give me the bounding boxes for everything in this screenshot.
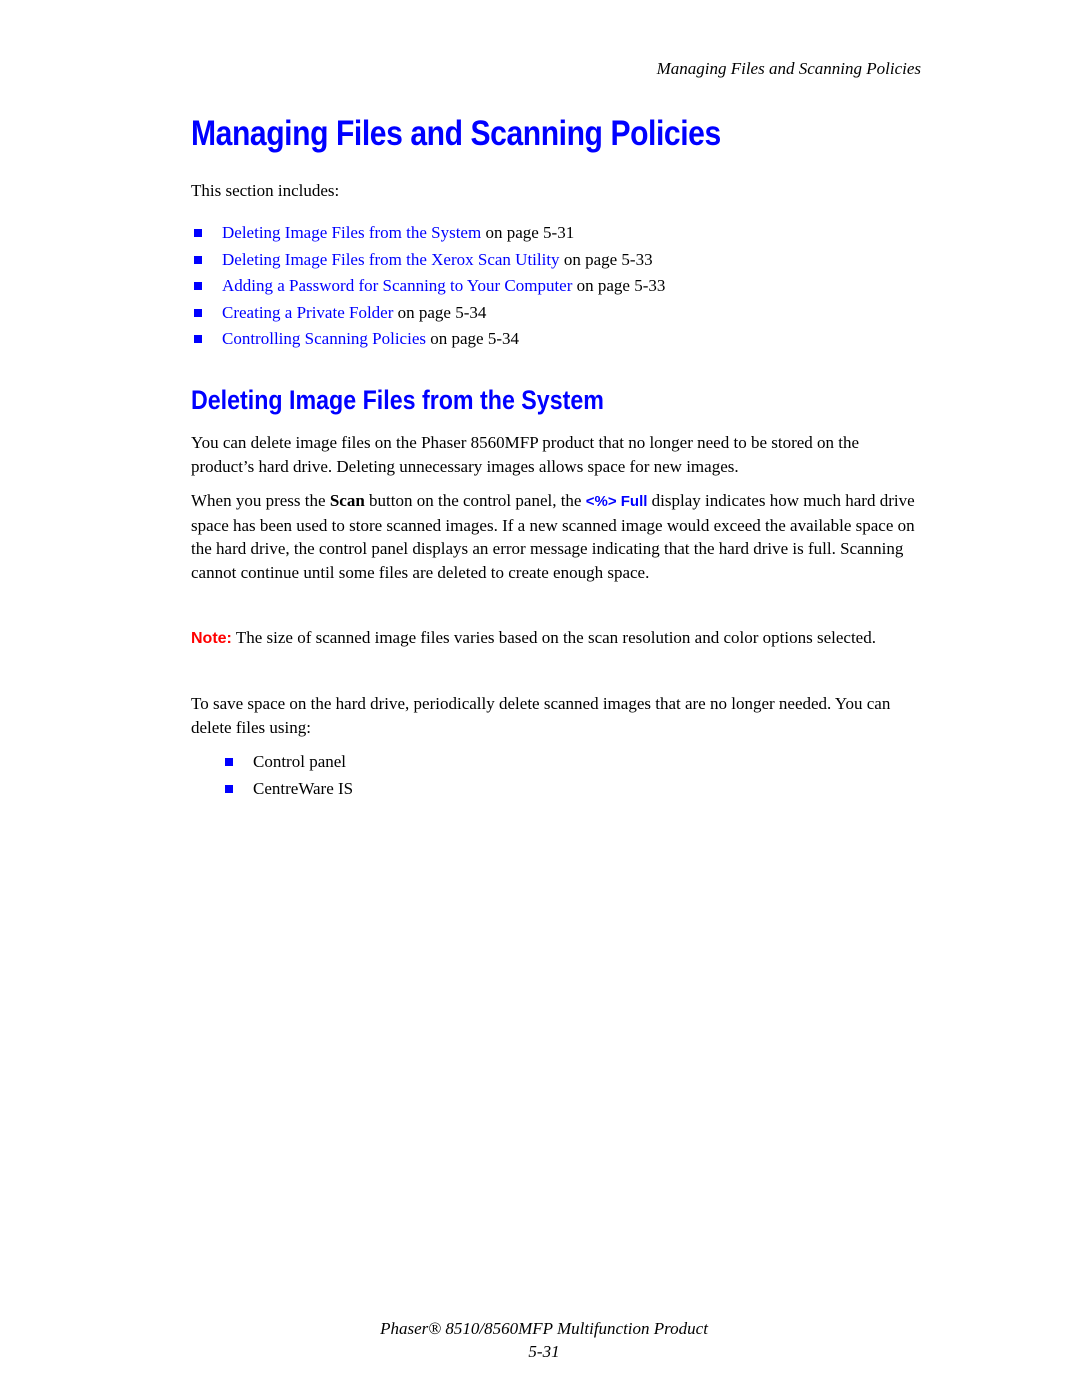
toc-page-ref: on page 5-34 — [426, 329, 520, 348]
bullet-icon — [225, 758, 233, 766]
toc-page-ref: on page 5-33 — [572, 276, 666, 295]
delete-methods-list: Control panel CentreWare IS — [222, 750, 353, 803]
toc-item: Deleting Image Files from the Xerox Scan… — [191, 248, 665, 275]
text-run: When you press the — [191, 491, 330, 510]
toc-link[interactable]: Controlling Scanning Policies — [222, 329, 426, 348]
page-footer: Phaser® 8510/8560MFP Multifunction Produ… — [0, 1317, 1080, 1363]
toc-link[interactable]: Deleting Image Files from the System — [222, 223, 481, 242]
section-heading: Deleting Image Files from the System — [191, 385, 604, 415]
list-item: Control panel — [222, 750, 353, 777]
method-label: Control panel — [253, 752, 347, 771]
toc-list: Deleting Image Files from the System on … — [191, 221, 665, 354]
bullet-icon — [225, 784, 233, 793]
note-label: Note: — [191, 630, 232, 647]
full-display-ref: <%> Full — [585, 493, 648, 510]
bullet-icon — [194, 229, 202, 237]
page-number: 5-31 — [528, 1342, 560, 1361]
toc-item: Controlling Scanning Policies on page 5-… — [191, 327, 665, 354]
toc-link[interactable]: Creating a Private Folder — [222, 303, 393, 322]
bullet-icon — [194, 308, 202, 317]
note-paragraph: Note: The size of scanned image files va… — [191, 626, 926, 651]
page-title: Managing Files and Scanning Policies — [191, 114, 721, 153]
toc-link[interactable]: Adding a Password for Scanning to Your C… — [222, 276, 572, 295]
note-text: The size of scanned image files varies b… — [231, 628, 876, 647]
toc-page-ref: on page 5-33 — [559, 249, 653, 269]
section-paragraph-3: To save space on the hard drive, periodi… — [191, 694, 891, 737]
toc-page-ref: on page 5-31 — [481, 223, 575, 242]
footer-product: Phaser® 8510/8560MFP Multifunction Produ… — [380, 1319, 708, 1338]
section-paragraph-2: When you press the Scan button on the co… — [191, 489, 926, 584]
bullet-icon — [194, 282, 202, 290]
bullet-icon — [194, 255, 202, 264]
method-label: CentreWare IS — [253, 778, 354, 798]
text-run: button on the control panel, the — [364, 491, 586, 510]
section-paragraph-1: You can delete image files on the Phaser… — [191, 433, 860, 476]
toc-item: Deleting Image Files from the System on … — [191, 221, 665, 248]
scan-button-ref: Scan — [329, 491, 365, 510]
list-item: CentreWare IS — [222, 777, 353, 804]
toc-page-ref: on page 5-34 — [393, 302, 487, 322]
running-header: Managing Files and Scanning Policies — [656, 59, 921, 78]
bullet-icon — [194, 335, 202, 343]
toc-item: Creating a Private Folder on page 5-34 — [191, 301, 665, 328]
toc-item: Adding a Password for Scanning to Your C… — [191, 274, 665, 301]
intro-text: This section includes: — [191, 181, 340, 200]
toc-link[interactable]: Deleting Image Files from the Xerox Scan… — [222, 250, 560, 269]
